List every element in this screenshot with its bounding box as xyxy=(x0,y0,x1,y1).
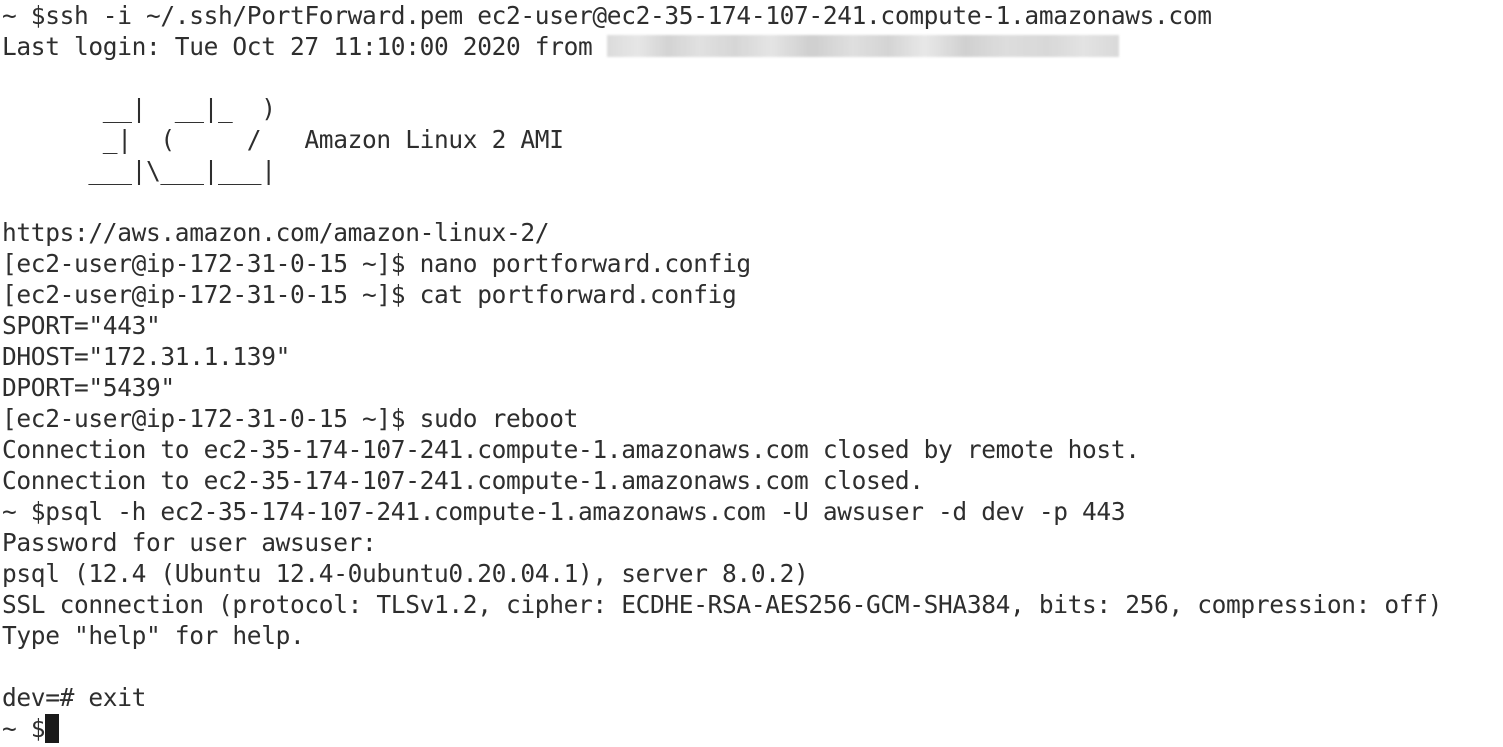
config-line-sport: SPORT="443" xyxy=(2,311,161,340)
terminal-line-nano-command: [ec2-user@ip-172-31-0-15 ~]$ nano portfo… xyxy=(2,249,751,278)
shell-prompt: ~ $ xyxy=(2,714,46,743)
terminal-line-password-prompt: Password for user awsuser: xyxy=(2,528,377,557)
terminal-line-last-login: Last login: Tue Oct 27 11:10:00 2020 fro… xyxy=(2,31,1503,62)
terminal-line-ssh-command: ~ $ssh -i ~/.ssh/PortForward.pem ec2-use… xyxy=(2,1,1212,30)
terminal-window[interactable]: ~ $ssh -i ~/.ssh/PortForward.pem ec2-use… xyxy=(0,0,1503,747)
terminal-line-psql-command: ~ $psql -h ec2-35-174-107-241.compute-1.… xyxy=(2,497,1126,526)
ascii-logo-line-1: __| __|_ ) xyxy=(2,94,276,123)
text-cursor xyxy=(45,714,60,743)
config-line-dhost: DHOST="172.31.1.139" xyxy=(2,342,291,371)
ascii-logo-line-3: ___|\___|___| xyxy=(2,156,276,185)
terminal-line-ssl-connection: SSL connection (protocol: TLSv1.2, ciphe… xyxy=(2,590,1443,619)
config-line-dport: DPORT="5439" xyxy=(2,373,175,402)
terminal-line-exit-command: dev=# exit xyxy=(2,683,147,712)
terminal-line-url: https://aws.amazon.com/amazon-linux-2/ xyxy=(2,218,550,247)
redacted-host-block xyxy=(606,35,1119,57)
terminal-line-psql-version: psql (12.4 (Ubuntu 12.4-0ubuntu0.20.04.1… xyxy=(2,559,809,588)
terminal-line-reboot-command: [ec2-user@ip-172-31-0-15 ~]$ sudo reboot xyxy=(2,404,579,433)
terminal-line-help-hint: Type "help" for help. xyxy=(2,621,305,650)
terminal-line-connection-closed: Connection to ec2-35-174-107-241.compute… xyxy=(2,466,924,495)
last-login-text: Last login: Tue Oct 27 11:10:00 2020 fro… xyxy=(2,32,607,61)
terminal-line-connection-closed-remote: Connection to ec2-35-174-107-241.compute… xyxy=(2,435,1140,464)
ascii-logo-line-2: _| ( / Amazon Linux 2 AMI xyxy=(2,125,564,154)
terminal-prompt-line[interactable]: ~ $ xyxy=(2,713,1503,744)
terminal-line-cat-command: [ec2-user@ip-172-31-0-15 ~]$ cat portfor… xyxy=(2,280,737,309)
